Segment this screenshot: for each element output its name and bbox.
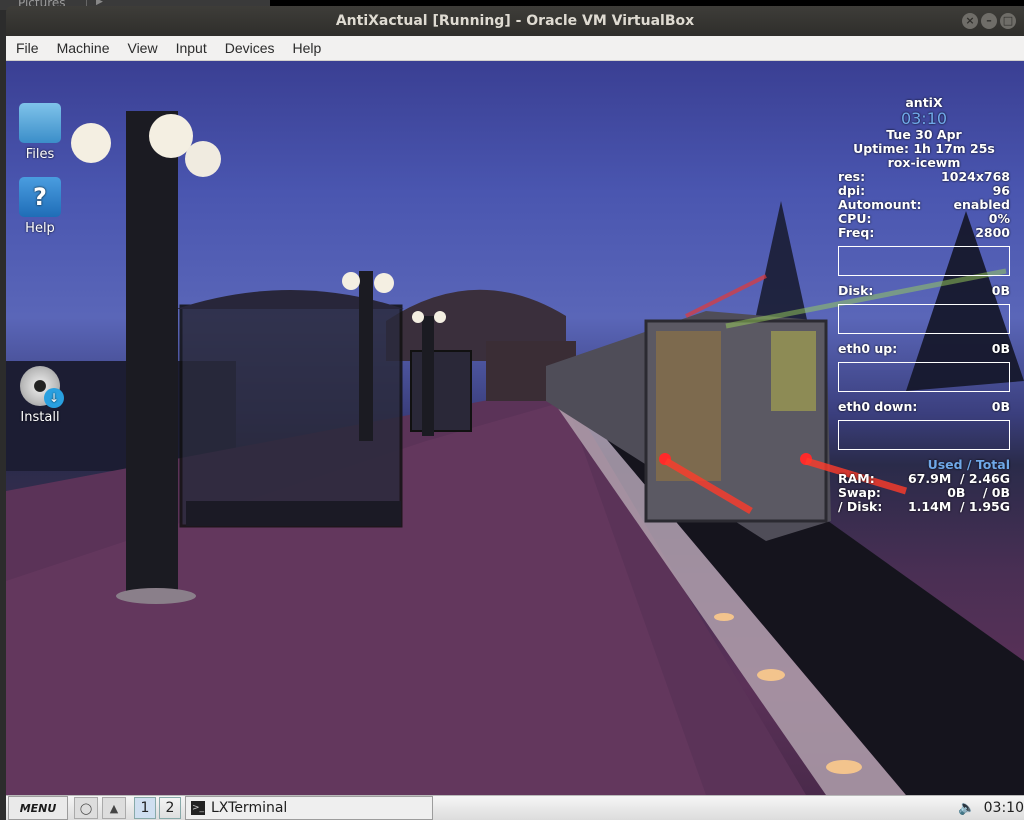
task-label: LXTerminal [211, 800, 288, 816]
stat-label: Automount: [838, 197, 922, 212]
stat-value: 96 [992, 183, 1010, 198]
stat-value: 2800 [975, 225, 1010, 240]
stat-label: res: [838, 169, 866, 184]
eth-down-graph [838, 420, 1010, 450]
window-title: AntiXactual [Running] - Oracle VM Virtua… [335, 13, 695, 29]
stat-label: dpi: [838, 183, 866, 198]
desktop-icon-label: Install [20, 410, 60, 425]
stat-value: 0B [991, 399, 1010, 414]
desktop-icon-files[interactable]: Files [10, 103, 70, 162]
window-controls: × – □ [962, 13, 1016, 29]
conky-time: 03:10 [900, 109, 948, 128]
menu-machine[interactable]: Machine [48, 40, 119, 56]
disk-graph [838, 304, 1010, 334]
maximize-icon[interactable]: □ [1000, 13, 1016, 29]
stat-label: Swap: [838, 485, 881, 500]
terminal-icon: >_ [191, 801, 205, 815]
menu-devices[interactable]: Devices [216, 40, 284, 56]
stat-label: Disk: [838, 283, 874, 298]
conky-hostname: antiX [905, 95, 943, 110]
taskbar-clock[interactable]: 03:10 [984, 800, 1024, 816]
desktop-icon-label: Files [25, 147, 55, 162]
conky-uptime: Uptime: 1h 17m 25s [853, 141, 995, 156]
stat-label: RAM: [838, 471, 875, 486]
menu-input[interactable]: Input [167, 40, 216, 56]
conky-stat-row: dpi: 96 [838, 184, 1010, 198]
cpu-graph [838, 246, 1010, 276]
stat-value: 1024x768 [941, 169, 1010, 184]
stat-value: 0% [988, 211, 1010, 226]
conky-stat-row: Automount: enabled [838, 198, 1010, 212]
stat-label: eth0 down: [838, 399, 918, 414]
stat-value: 67.9M / 2.46G [907, 471, 1010, 486]
stat-label: CPU: [838, 211, 872, 226]
conky-wm: rox-icewm [887, 155, 961, 170]
mem-row: Swap: 0B / 0B [838, 486, 1010, 500]
help-question-icon: ? [19, 177, 61, 217]
workspace-1-button[interactable]: 1 [134, 797, 156, 819]
conky-stat-row: Freq: 2800 [838, 226, 1010, 240]
show-desktop-icon[interactable]: ◯ [74, 797, 98, 819]
window-titlebar[interactable]: AntiXactual [Running] - Oracle VM Virtua… [6, 6, 1024, 36]
conky-stat-row: CPU: 0% [838, 212, 1010, 226]
install-disc-icon: ↓ [20, 366, 64, 408]
workspace-2-button[interactable]: 2 [159, 797, 181, 819]
tray: 🔈 03:10 [958, 800, 1024, 816]
conky-eth-up-row: eth0 up: 0B [838, 342, 1010, 356]
mem-header-label: Used / Total [927, 457, 1010, 472]
minimize-icon[interactable]: – [981, 13, 997, 29]
stat-label: / Disk: [838, 499, 883, 514]
conky-system-monitor: antiX 03:10 Tue 30 Apr Uptime: 1h 17m 25… [838, 96, 1010, 514]
mem-row: / Disk: 1.14M / 1.95G [838, 500, 1010, 514]
conky-date: Tue 30 Apr [886, 127, 962, 142]
desktop-icon-install[interactable]: ↓ Install [10, 366, 70, 425]
taskbar: MENU ◯ ▲ 1 2 >_ LXTerminal 🔈 03:10 [6, 795, 1024, 820]
volume-icon[interactable]: 🔈 [958, 800, 975, 816]
eth-up-graph [838, 362, 1010, 392]
desktop-icon-help[interactable]: ? Help [10, 177, 70, 236]
stat-value: enabled [953, 197, 1010, 212]
close-icon[interactable]: × [962, 13, 978, 29]
start-menu-button[interactable]: MENU [8, 796, 68, 820]
stat-value: 0B / 0B [947, 485, 1010, 500]
menu-view[interactable]: View [118, 40, 166, 56]
conky-eth-down-row: eth0 down: 0B [838, 400, 1010, 414]
stat-value: 0B [991, 283, 1010, 298]
stat-label: Freq: [838, 225, 875, 240]
menu-file[interactable]: File [6, 40, 48, 56]
stat-value: 0B [991, 341, 1010, 356]
mem-header: Used / Total [838, 458, 1010, 472]
guest-desktop[interactable]: Files ? Help ↓ Install antiX 03:10 Tue 3… [6, 61, 1024, 795]
window-menubar: File Machine View Input Devices Help [6, 36, 1024, 61]
desktop-icon-label: Help [25, 221, 55, 236]
stat-label: eth0 up: [838, 341, 898, 356]
task-lxterminal[interactable]: >_ LXTerminal [185, 796, 433, 820]
stat-value: 1.14M / 1.95G [907, 499, 1010, 514]
mem-row: RAM: 67.9M / 2.46G [838, 472, 1010, 486]
folder-home-icon [19, 103, 61, 143]
conky-stat-row: res: 1024x768 [838, 170, 1010, 184]
window-list-icon[interactable]: ▲ [102, 797, 126, 819]
conky-disk-row: Disk: 0B [838, 284, 1010, 298]
menu-help[interactable]: Help [284, 40, 331, 56]
